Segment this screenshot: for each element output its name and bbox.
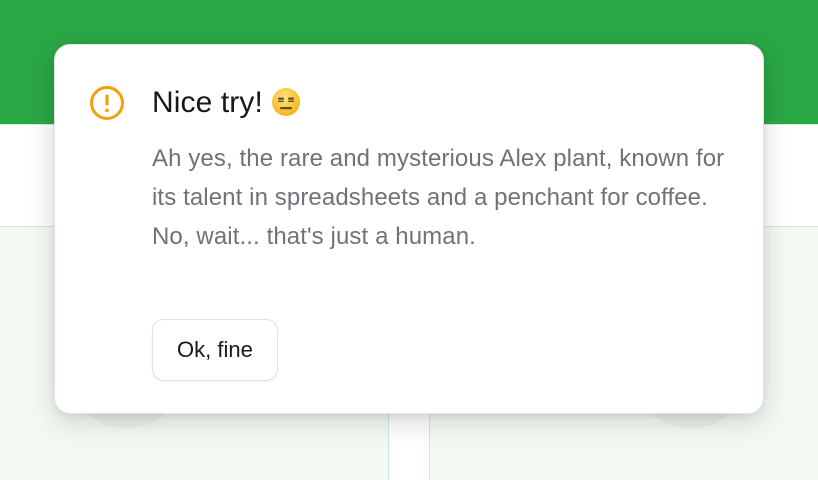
alert-dialog: Nice try! Ah yes, the rare and mysteriou… xyxy=(54,44,764,414)
expressionless-face-emoji-icon xyxy=(271,87,301,117)
warning-circle-icon xyxy=(89,85,125,121)
ok-fine-button[interactable]: Ok, fine xyxy=(152,319,278,381)
dialog-title: Nice try! xyxy=(152,85,301,121)
dialog-title-text: Nice try! xyxy=(152,86,263,119)
dialog-message: Ah yes, the rare and mysterious Alex pla… xyxy=(152,145,725,250)
